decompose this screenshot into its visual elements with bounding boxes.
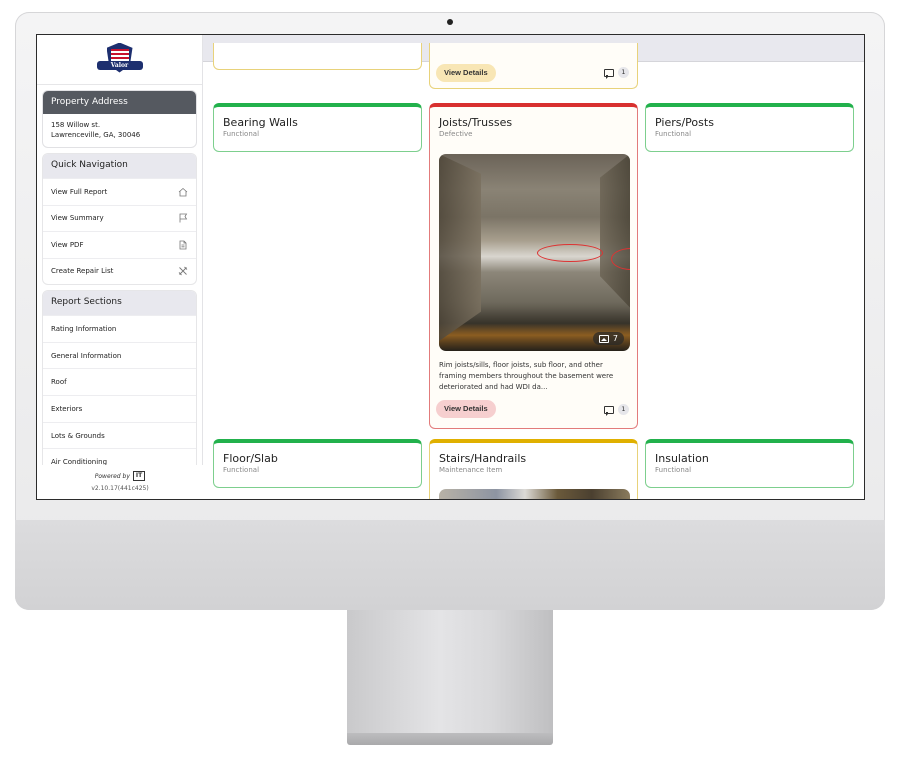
flag-icon	[178, 213, 188, 223]
sidebar: Valor Property Address 158 Willow st. La…	[37, 35, 203, 499]
inspection-photo[interactable]	[439, 489, 630, 499]
comment-count: 1	[618, 404, 629, 415]
quick-navigation-card: Quick Navigation View Full Report View S…	[42, 153, 197, 285]
screen: Valor Property Address 158 Willow st. La…	[36, 34, 865, 500]
home-icon	[178, 187, 188, 197]
view-details-button[interactable]: View Details	[436, 64, 496, 82]
nav-view-pdf[interactable]: View PDF	[43, 231, 196, 258]
image-icon	[598, 334, 609, 343]
nav-view-full-report[interactable]: View Full Report	[43, 178, 196, 205]
inspector-toolkit-logo: IT	[132, 471, 146, 481]
tile-stairs-handrails[interactable]: Stairs/Handrails Maintenance Item	[429, 439, 638, 499]
report-sections-card: Report Sections Rating Information Gener…	[42, 290, 197, 477]
tile-status: Functional	[655, 130, 692, 138]
section-roof[interactable]: Roof	[43, 368, 196, 395]
tile-title: Stairs/Handrails	[439, 452, 527, 465]
comment-count: 1	[618, 67, 629, 78]
document-icon	[178, 240, 188, 250]
photo-count-badge[interactable]: 7	[592, 332, 624, 345]
tile-title: Bearing Walls	[223, 116, 298, 129]
nav-label: Create Repair List	[51, 267, 114, 276]
logo-banner: Valor	[96, 60, 143, 70]
nav-label: View Summary	[51, 214, 104, 223]
monitor-stand-base	[347, 733, 553, 745]
section-rating-information[interactable]: Rating Information	[43, 315, 196, 342]
camera-dot	[447, 19, 453, 25]
logo-area: Valor	[37, 35, 202, 85]
powered-by-footer: Powered by IT v2.10.17(441c425)	[37, 465, 203, 499]
tile-status: Defective	[439, 130, 473, 138]
section-lots-grounds[interactable]: Lots & Grounds	[43, 421, 196, 449]
tile-status: Functional	[655, 466, 692, 474]
section-general-information[interactable]: General Information	[43, 341, 196, 369]
app-version: v2.10.17(441c425)	[91, 485, 149, 492]
nav-label: View Full Report	[51, 187, 108, 196]
tile-floor-slab[interactable]: Floor/Slab Functional	[213, 439, 422, 488]
main-content: Structure View Details 1 Bearing Walls F…	[203, 35, 864, 499]
tile-insulation[interactable]: Insulation Functional	[645, 439, 854, 488]
tile-bearing-walls[interactable]: Bearing Walls Functional	[213, 103, 422, 152]
partial-tile-center: View Details 1	[429, 43, 638, 89]
quick-navigation-header: Quick Navigation	[43, 154, 196, 178]
defect-description: Rim joists/sills, floor joists, sub floo…	[439, 361, 614, 391]
comments-indicator[interactable]: 1	[604, 404, 629, 416]
nav-create-repair-list[interactable]: Create Repair List	[43, 257, 196, 285]
monitor-stand	[347, 610, 553, 738]
tile-title: Joists/Trusses	[439, 116, 513, 129]
tile-piers-posts[interactable]: Piers/Posts Functional	[645, 103, 854, 152]
comment-icon	[604, 68, 614, 79]
powered-by-label: Powered by	[94, 472, 130, 480]
comment-icon	[604, 405, 614, 416]
nav-view-summary[interactable]: View Summary	[43, 204, 196, 232]
section-exteriors[interactable]: Exteriors	[43, 395, 196, 422]
property-address-body: 158 Willow st. Lawrenceville, GA, 30046	[43, 114, 196, 147]
comments-indicator[interactable]: 1	[604, 67, 629, 79]
address-line-2: Lawrenceville, GA, 30046	[51, 131, 141, 139]
tools-icon	[178, 266, 188, 276]
tile-title: Piers/Posts	[655, 116, 714, 129]
partial-tile-left	[213, 43, 422, 70]
property-address-header: Property Address	[43, 91, 196, 114]
view-details-button[interactable]: View Details	[436, 400, 496, 418]
tile-joists-trusses[interactable]: Joists/Trusses Defective 7 Rim joists/si…	[429, 103, 638, 429]
tile-status: Functional	[223, 466, 260, 474]
tile-status: Functional	[223, 130, 260, 138]
defect-marker	[611, 248, 630, 270]
tile-title: Floor/Slab	[223, 452, 278, 465]
tile-title: Insulation	[655, 452, 709, 465]
photo-count: 7	[612, 334, 618, 343]
report-sections-header: Report Sections	[43, 291, 196, 315]
monitor-chin	[15, 520, 885, 610]
address-line-1: 158 Willow st.	[51, 121, 101, 129]
inspection-photo[interactable]: 7	[439, 154, 630, 351]
nav-label: View PDF	[51, 240, 84, 249]
defect-marker	[537, 244, 603, 262]
company-logo: Valor	[96, 41, 143, 79]
tile-status: Maintenance Item	[439, 466, 503, 474]
property-address-card: Property Address 158 Willow st. Lawrence…	[42, 90, 197, 148]
